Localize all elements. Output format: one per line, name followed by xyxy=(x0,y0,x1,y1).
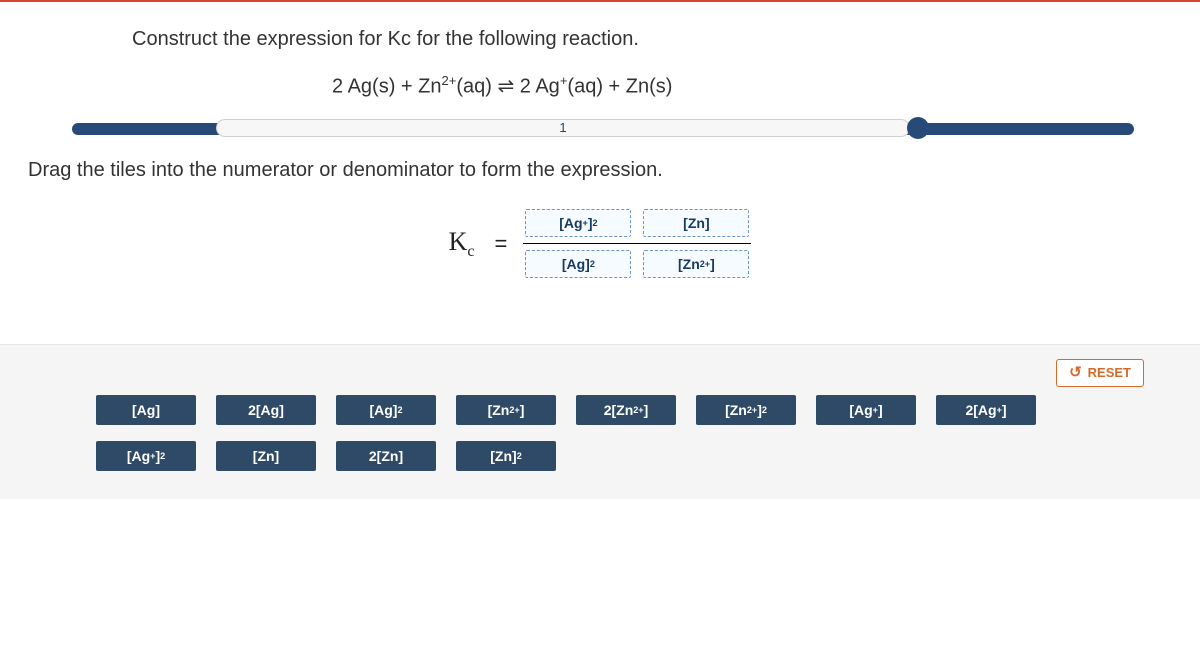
tile[interactable]: 2[Ag] xyxy=(216,395,316,425)
tiles-row-2: [Ag+]2 [Zn] 2[Zn] [Zn]2 xyxy=(96,441,1056,471)
tile[interactable]: [Zn]2 xyxy=(456,441,556,471)
drag-instruction: Drag the tiles into the numerator or den… xyxy=(0,139,1200,182)
numerator-slot[interactable]: [Zn] xyxy=(643,209,749,237)
kc-symbol: Kc xyxy=(449,227,475,261)
tile[interactable]: [Ag]2 xyxy=(336,395,436,425)
denominator-row[interactable]: [Ag]2 [Zn2+] xyxy=(523,246,751,282)
expression-area: Kc = [Ag+]2 [Zn] [Ag]2 [Zn2+] xyxy=(0,200,1200,288)
tile[interactable]: 2[Ag+] xyxy=(936,395,1036,425)
tile[interactable]: [Ag+]2 xyxy=(96,441,196,471)
reaction-equation: 2 Ag(s) + Zn2+(aq) ⇌ 2 Ag+(aq) + Zn(s) xyxy=(332,67,1200,117)
denominator-slot[interactable]: [Ag]2 xyxy=(525,250,631,278)
tile[interactable]: [Ag] xyxy=(96,395,196,425)
numerator-slot[interactable]: [Ag+]2 xyxy=(525,209,631,237)
reset-label: RESET xyxy=(1088,365,1131,380)
tiles-row-1: [Ag] 2[Ag] [Ag]2 [Zn2+] 2[Zn2+] [Zn2+]2 [Ag+] 2… xyxy=(96,395,1056,425)
tile[interactable]: 2[Zn] xyxy=(336,441,436,471)
tiles-panel: ↺ RESET [Ag] 2[Ag] [Ag]2 [Zn2+] 2[Zn2+] [Zn2+… xyxy=(0,344,1200,499)
tile[interactable]: [Zn2+] xyxy=(456,395,556,425)
tile[interactable]: [Ag+] xyxy=(816,395,916,425)
tile[interactable]: 2[Zn2+] xyxy=(576,395,676,425)
progress-knob[interactable] xyxy=(907,117,929,139)
denominator-slot[interactable]: [Zn2+] xyxy=(643,250,749,278)
tile[interactable]: [Zn2+]2 xyxy=(696,395,796,425)
fraction-bar xyxy=(523,243,751,244)
tile[interactable]: [Zn] xyxy=(216,441,316,471)
fraction: [Ag+]2 [Zn] [Ag]2 [Zn2+] xyxy=(523,205,751,282)
question-prompt: Construct the expression for Kc for the … xyxy=(0,2,1200,67)
equals-sign: = xyxy=(489,231,510,257)
progress-bar: 1 xyxy=(72,117,1134,139)
reset-button[interactable]: ↺ RESET xyxy=(1056,359,1144,387)
numerator-row[interactable]: [Ag+]2 [Zn] xyxy=(523,205,751,241)
reset-icon: ↺ xyxy=(1069,365,1082,380)
progress-step-pill[interactable]: 1 xyxy=(216,119,910,137)
progress-step-label: 1 xyxy=(559,120,566,135)
